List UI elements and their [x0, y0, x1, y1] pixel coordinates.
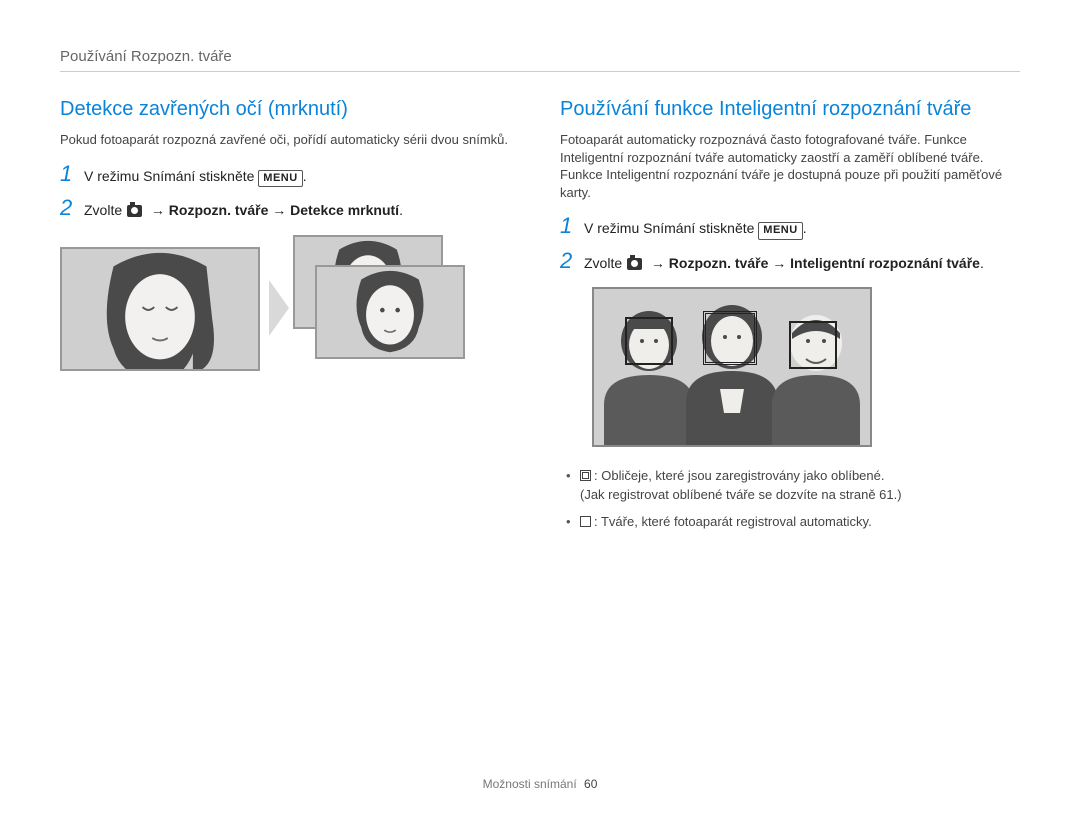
step-path: → Rozpozn. tváře → Detekce mrknutí	[147, 202, 399, 218]
column-left: Detekce zavřených očí (mrknutí) Pokud fo…	[60, 98, 520, 540]
page-container: Používání Rozpozn. tváře Detekce zavřený…	[0, 0, 1080, 540]
step-number: 2	[560, 250, 584, 272]
camera-icon	[627, 258, 642, 270]
steps-right: 1 V režimu Snímání stiskněte MENU. 2 Zvo…	[560, 215, 1020, 273]
section-title-right: Používání funkce Inteligentní rozpoznání…	[560, 98, 1020, 121]
single-frame-icon	[580, 516, 591, 527]
step-text-post: .	[803, 220, 807, 236]
arrow-right-icon	[269, 280, 289, 336]
page-footer: Možnosti snímání 60	[0, 777, 1080, 791]
footer-section: Možnosti snímání	[483, 777, 577, 791]
photo-eyes-open-small	[315, 265, 465, 359]
two-column-layout: Detekce zavřených očí (mrknutí) Pokud fo…	[60, 98, 1020, 540]
step-number: 2	[60, 197, 84, 219]
step-item: 2 Zvolte → Rozpozn. tváře → Detekce mrkn…	[60, 197, 520, 221]
step-item: 2 Zvolte → Rozpozn. tváře → Inteligentní…	[560, 250, 1020, 274]
intro-left: Pokud fotoaparát rozpozná zavřené oči, p…	[60, 131, 520, 149]
step-number: 1	[60, 163, 84, 185]
step-item: 1 V režimu Snímání stiskněte MENU.	[60, 163, 520, 187]
legend-item: : Tváře, které fotoaparát registroval au…	[566, 513, 1020, 532]
column-right: Používání funkce Inteligentní rozpoznání…	[560, 98, 1020, 540]
group-photo	[592, 287, 872, 447]
step-text: V režimu Snímání stiskněte MENU.	[584, 219, 807, 239]
steps-left: 1 V režimu Snímání stiskněte MENU. 2 Zvo…	[60, 163, 520, 221]
step-text-post: .	[399, 202, 403, 218]
step-text-post: .	[303, 168, 307, 184]
legend-text-extra: (Jak registrovat oblíbené tváře se dozví…	[580, 487, 902, 502]
camera-icon	[127, 205, 142, 217]
step-number: 1	[560, 215, 584, 237]
running-head: Používání Rozpozn. tváře	[60, 48, 1020, 72]
blink-illustration	[60, 235, 440, 385]
menu-button-label: MENU	[758, 222, 802, 239]
section-title-left: Detekce zavřených očí (mrknutí)	[60, 98, 520, 121]
step-text-post: .	[980, 255, 984, 271]
double-frame-icon	[580, 470, 591, 481]
step-text: Zvolte → Rozpozn. tváře → Detekce mrknut…	[84, 201, 403, 221]
step-path: → Rozpozn. tváře → Inteligentní rozpozná…	[647, 255, 980, 271]
menu-button-label: MENU	[258, 170, 302, 187]
legend-item: : Obličeje, které jsou zaregistrovány ja…	[566, 467, 1020, 505]
step-text-pre: Zvolte	[584, 255, 626, 271]
step-text: V režimu Snímání stiskněte MENU.	[84, 167, 307, 187]
step-text-pre: V režimu Snímání stiskněte	[84, 168, 258, 184]
photo-eyes-closed-large	[60, 247, 260, 371]
intro-right: Fotoaparát automaticky rozpoznává často …	[560, 131, 1020, 201]
step-item: 1 V režimu Snímání stiskněte MENU.	[560, 215, 1020, 239]
legend-text: : Tváře, které fotoaparát registroval au…	[594, 514, 872, 529]
step-text-pre: V režimu Snímání stiskněte	[584, 220, 758, 236]
step-text-pre: Zvolte	[84, 202, 126, 218]
legend-list: : Obličeje, které jsou zaregistrovány ja…	[566, 467, 1020, 532]
legend-text: : Obličeje, které jsou zaregistrovány ja…	[594, 468, 885, 483]
step-text: Zvolte → Rozpozn. tváře → Inteligentní r…	[584, 254, 984, 274]
page-number: 60	[584, 777, 597, 791]
